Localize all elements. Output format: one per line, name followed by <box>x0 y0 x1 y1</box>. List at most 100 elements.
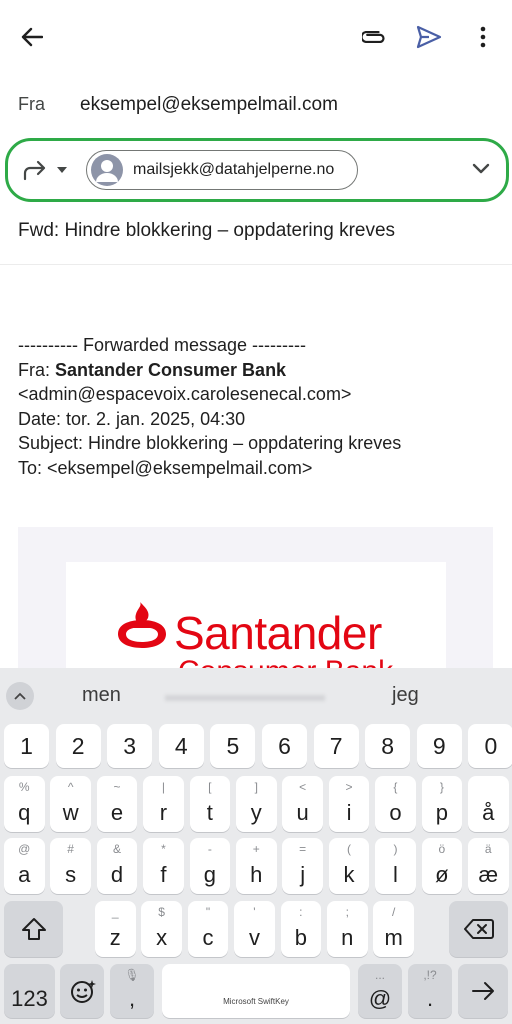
key-l[interactable]: ) l <box>375 838 416 894</box>
space-key[interactable]: Microsoft SwiftKey <box>162 964 350 1018</box>
key-æ[interactable]: äæ <box>468 838 509 894</box>
key-y[interactable]: ] y <box>236 776 277 832</box>
key-w[interactable]: ^ w <box>50 776 91 832</box>
key-j[interactable]: = j <box>282 838 323 894</box>
period-key[interactable]: ,!?. <box>408 964 452 1018</box>
suggestion-1[interactable]: men <box>82 684 121 707</box>
key-9[interactable]: 9 <box>416 724 462 768</box>
key-secondary-label: & <box>113 842 122 856</box>
key-label: 9 <box>432 733 446 759</box>
key-label: f <box>160 862 167 887</box>
key-secondary-label: ] <box>254 780 258 794</box>
key-secondary-label: ^ <box>67 780 74 794</box>
key-label: 123 <box>11 986 48 1011</box>
key-label: u <box>296 800 309 825</box>
key-i[interactable]: > i <box>328 776 370 832</box>
key-label: v <box>248 925 260 950</box>
key-0[interactable]: 0 <box>468 724 512 768</box>
key-label: l <box>392 862 398 887</box>
key-c[interactable]: " c <box>187 901 229 957</box>
key-n[interactable]: ; n <box>327 901 368 957</box>
forward-icon[interactable] <box>22 159 48 181</box>
key-secondary-label: " <box>205 905 211 919</box>
key-u[interactable]: < u <box>282 776 323 832</box>
to-row-highlight: mailsjekk@datahjelperne.no <box>5 138 509 202</box>
date-line: Date: tor. 2. jan. 2025, 04:30 <box>18 408 246 429</box>
paperclip-icon[interactable] <box>358 20 392 54</box>
key-6[interactable]: 6 <box>262 724 307 768</box>
logo-wordmark: Santander <box>174 607 382 659</box>
to-line: To: <eksempel@eksempelmail.com> <box>18 457 313 478</box>
chevron-down-icon[interactable] <box>56 165 68 175</box>
key-3[interactable]: 3 <box>107 724 153 768</box>
key-secondary-label: ö <box>438 842 446 856</box>
key-t[interactable]: [t <box>189 776 231 832</box>
key-f[interactable]: * f <box>143 838 184 894</box>
suggestion-2[interactable]: ▬▬▬▬▬▬▬▬ <box>165 684 325 707</box>
key-label: w <box>62 800 79 825</box>
key-secondary-label: = <box>299 842 307 856</box>
key-g[interactable]: -g <box>189 838 231 894</box>
key-8[interactable]: 8 <box>365 724 411 768</box>
subject-field[interactable]: Fwd: Hindre blokkering – oppdatering kre… <box>18 220 395 242</box>
back-arrow-icon[interactable] <box>15 20 49 54</box>
toolbar-toggle-icon[interactable] <box>6 682 34 710</box>
key-secondary-label: | <box>161 780 165 794</box>
suggestion-bar: men ▬▬▬▬▬▬▬▬ jeg <box>0 668 512 720</box>
key-label: æ <box>478 862 499 887</box>
key-ø[interactable]: öø <box>421 838 463 894</box>
key-e[interactable]: ~ e <box>96 776 138 832</box>
key-label: @ <box>368 986 392 1011</box>
key-k[interactable]: (k <box>328 838 370 894</box>
comma-key[interactable]: , 🎙︎ <box>110 964 154 1018</box>
key-secondary-label: + <box>252 842 260 856</box>
key-label: a <box>18 862 31 887</box>
more-vertical-icon[interactable] <box>466 20 500 54</box>
key-m[interactable]: / m <box>373 901 414 957</box>
message-body[interactable]: ---------- Forwarded message --------- F… <box>18 333 401 480</box>
key-label: 5 <box>226 733 240 759</box>
key-v[interactable]: ' v <box>234 901 275 957</box>
key-2[interactable]: 2 <box>55 724 101 768</box>
suggestion-3[interactable]: jeg <box>392 684 419 707</box>
key-secondary-label: ( <box>347 842 352 856</box>
key-5[interactable]: 5 <box>210 724 256 768</box>
space-label: Microsoft SwiftKey <box>223 997 289 1006</box>
enter-key[interactable] <box>458 964 508 1018</box>
key-h[interactable]: + h <box>236 838 277 894</box>
key-r[interactable]: | r <box>143 776 184 832</box>
at-key[interactable]: ... @ <box>358 964 402 1018</box>
key-o[interactable]: {o <box>375 776 416 832</box>
key-d[interactable]: & d <box>96 838 138 894</box>
key-å[interactable]: å <box>468 776 509 832</box>
key-a[interactable]: @ a <box>4 838 45 894</box>
key-s[interactable]: # s <box>50 838 91 894</box>
key-label: k <box>343 862 355 887</box>
app-bar <box>0 0 512 72</box>
emoji-icon <box>71 980 96 1003</box>
recipient-chip[interactable]: mailsjekk@datahjelperne.no <box>86 150 358 190</box>
key-label: ø <box>435 862 449 887</box>
emoji-key[interactable] <box>60 964 104 1018</box>
key-label: b <box>294 925 307 950</box>
key-x[interactable]: $ x <box>141 901 182 957</box>
key-b[interactable]: :b <box>280 901 322 957</box>
key-secondary-label: : <box>299 905 303 919</box>
divider <box>0 264 512 265</box>
key-1[interactable]: 1 <box>4 724 49 768</box>
send-icon[interactable] <box>412 20 446 54</box>
from-address[interactable]: eksempel@eksempelmail.com <box>80 94 338 116</box>
email-card: Santander Consumer Bank <box>18 527 493 682</box>
expand-chevron-icon[interactable] <box>472 163 490 175</box>
shift-key[interactable] <box>4 901 63 957</box>
key-z[interactable]: _ z <box>95 901 136 957</box>
key-secondary-label: > <box>345 780 353 794</box>
key-label: s <box>65 862 77 887</box>
key-label: t <box>206 800 213 825</box>
backspace-key[interactable] <box>449 901 508 957</box>
key-q[interactable]: % q <box>4 776 45 832</box>
symbols-key[interactable]: 123 <box>4 964 55 1018</box>
key-p[interactable]: } p <box>421 776 463 832</box>
key-4[interactable]: 4 <box>158 724 204 768</box>
key-7[interactable]: 7 <box>313 724 359 768</box>
